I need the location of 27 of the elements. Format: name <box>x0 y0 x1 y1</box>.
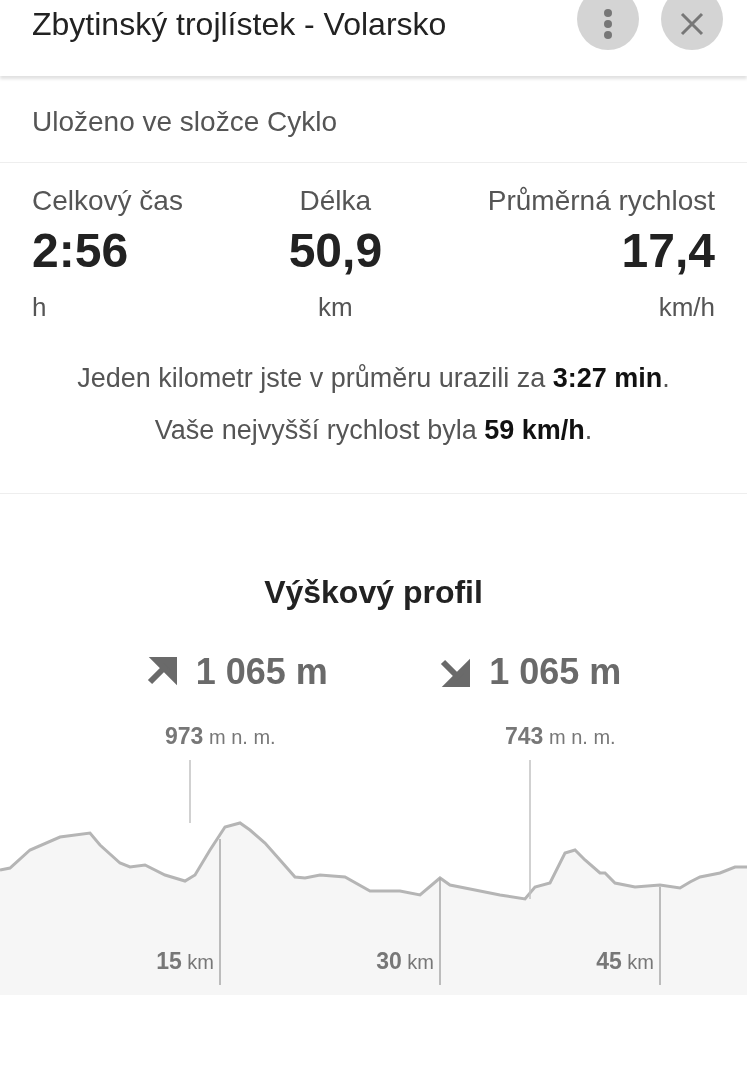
descent-value: 1 065 m <box>489 651 622 693</box>
stat-unit: h <box>32 292 47 323</box>
stat-value: 17,4 <box>621 223 715 278</box>
stat-label: Délka <box>299 185 372 217</box>
distance-label: 45 km <box>596 948 654 975</box>
arrow-down-right-icon <box>439 656 472 688</box>
section-title: Výškový profil <box>263 574 484 611</box>
summary-text: Vaše nejvyšší rychlost byla 59 km/h. <box>153 414 594 447</box>
folder-text: Uloženo ve složce Cyklo <box>0 76 747 163</box>
stat-value: 50,9 <box>288 223 383 278</box>
peak-label: 973 m n. m. <box>165 723 276 750</box>
peak-label: 743 m n. m. <box>505 723 616 750</box>
summary-text: Jeden kilometr jste v průměru urazili za 3:27 min. <box>76 362 671 395</box>
stat-unit: km/h <box>658 292 715 323</box>
close-icon <box>680 12 704 36</box>
more-icon <box>603 9 613 39</box>
distance-label: 30 km <box>376 948 434 975</box>
stat-label: Průměrná rychlost <box>487 185 715 217</box>
stat-label: Celkový čas <box>32 185 183 217</box>
arrow-up-right-icon <box>145 656 178 688</box>
stat-unit: km <box>318 292 353 323</box>
close-button[interactable] <box>661 0 723 50</box>
stat-value: 2:56 <box>32 223 129 278</box>
route-title: Zbytinský trojlístek - Volarsko <box>32 6 447 43</box>
more-button[interactable] <box>577 0 639 50</box>
ascent-value: 1 065 m <box>195 651 328 693</box>
distance-label: 15 km <box>156 948 214 975</box>
